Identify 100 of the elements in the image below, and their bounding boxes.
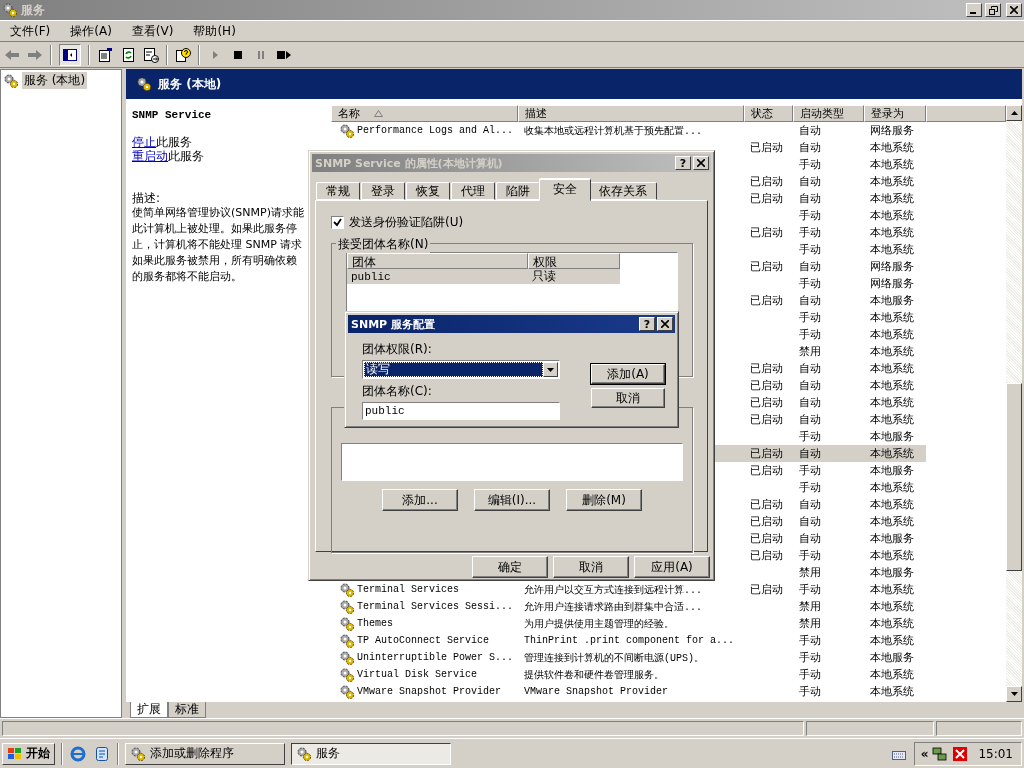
action-link[interactable]: 重启动: [132, 149, 168, 163]
shield-icon[interactable]: [952, 745, 969, 762]
column-header[interactable]: 描述: [518, 105, 744, 122]
view-tab[interactable]: 标准: [168, 702, 206, 718]
dialog-tab[interactable]: 依存关系: [589, 182, 657, 200]
column-header[interactable]: 启动类型: [793, 105, 864, 122]
dialog-button[interactable]: 应用(A): [634, 556, 710, 578]
table-cell-text: 提供软件卷和硬件卷管理服务。: [524, 668, 664, 682]
taskbar-button[interactable]: 服务: [291, 742, 451, 765]
table-cell: 本地系统: [870, 633, 914, 648]
dialog-button[interactable]: 确定: [472, 556, 548, 578]
table-cell: 已启动: [750, 225, 783, 240]
table-cell: 手动: [799, 242, 821, 257]
close-button[interactable]: [1006, 3, 1022, 17]
menu-item[interactable]: 文件(F): [0, 22, 61, 40]
table-cell: 已启动: [750, 140, 783, 155]
table-cell: 自动: [799, 140, 821, 155]
network-icon[interactable]: [932, 745, 949, 762]
help-button[interactable]: ?: [675, 156, 691, 170]
table-cell: 本地系统: [870, 140, 914, 155]
dialog-button[interactable]: 删除(M): [566, 489, 642, 511]
properties-icon[interactable]: [97, 46, 113, 63]
table-row[interactable]: TP AutoConnect Service ThinPrint .print component for a... 手动 本地系统: [331, 632, 926, 649]
column-header[interactable]: 状态: [744, 105, 793, 122]
table-cell: 自动: [799, 395, 821, 410]
menu-item[interactable]: 操作(A): [60, 22, 122, 40]
table-cell: 已启动: [750, 514, 783, 529]
table-cell: 禁用: [799, 344, 821, 359]
rights-dropdown[interactable]: 读写: [362, 360, 560, 379]
table-cell: 已启动: [750, 497, 783, 512]
table-cell: 本地系统: [870, 446, 914, 461]
export-list-icon[interactable]: [143, 46, 159, 63]
dialog-button[interactable]: 添加...: [382, 489, 458, 511]
restore-icon: [988, 5, 998, 15]
vertical-scrollbar[interactable]: [1006, 105, 1022, 702]
dialog-tab[interactable]: 常规: [316, 182, 360, 200]
table-cell-text: 允许用户连接请求路由到群集中合适...: [524, 600, 702, 614]
clock[interactable]: 15:01: [978, 746, 1013, 761]
close-button[interactable]: [657, 317, 673, 331]
minimize-button[interactable]: [966, 3, 982, 17]
column-header[interactable]: 名称: [331, 105, 518, 122]
tray-expand-button[interactable]: «: [920, 746, 929, 761]
description-text: 使简单网络管理协议(SNMP)请求能 此计算机上被处理。如果此服务停 止，计算机将不能处理 SNMP 请求 如果此服务被禁用，所有明确依赖 的服务都将不能启动。: [132, 205, 305, 285]
input-field[interactable]: public: [362, 402, 560, 420]
dialog-button[interactable]: 取消: [591, 388, 665, 408]
table-cell: 手动: [799, 225, 821, 240]
tree-item[interactable]: 服务 (本地): [22, 72, 88, 89]
taskbar-button[interactable]: 添加或删除程序: [125, 742, 285, 765]
checkbox-label[interactable]: 发送身份验证陷阱(U): [349, 214, 464, 231]
table-cell: 手动: [799, 684, 821, 699]
table-row[interactable]: Virtual Disk Service 提供软件卷和硬件卷管理服务。 手动 本地系统: [331, 666, 926, 683]
table-cell: 已启动: [750, 582, 783, 597]
table-cell: 本地系统: [870, 344, 914, 359]
table-cell: 自动: [799, 259, 821, 274]
close-button[interactable]: [693, 156, 709, 170]
table-cell: VMware Snapshot Provider: [524, 686, 669, 697]
table-row[interactable]: Terminal Services Sessi... 允许用户连接请求路由到群集中合适... 禁用 本地系统: [331, 598, 926, 615]
table-row[interactable]: Uninterruptible Power S... 管理连接到计算机的不间断电源(UPS)。 手动 本地服务: [331, 649, 926, 666]
menu-item[interactable]: 查看(V): [121, 22, 184, 40]
close-icon: [661, 320, 669, 328]
action-link[interactable]: 停止: [132, 135, 156, 149]
list-row[interactable]: public 只读: [347, 269, 620, 284]
table-row[interactable]: Terminal Services 允许用户以交互方式连接到远程计算... 已启动 手动 本地系统: [331, 581, 926, 598]
refresh-icon[interactable]: [120, 46, 136, 63]
table-cell: 手动: [799, 463, 821, 478]
table-cell: ThinPrint .print component for a...: [524, 635, 735, 646]
document-icon[interactable]: [93, 744, 111, 763]
table-cell: 本地服务: [870, 429, 914, 444]
table-cell: 已启动: [750, 548, 783, 563]
help-icon[interactable]: [175, 46, 191, 63]
dialog-button[interactable]: 取消: [553, 556, 629, 578]
action-line: 停止此服务: [132, 135, 193, 149]
table-row[interactable]: Performance Logs and Al... 收集本地或远程计算机基于预先配置... 自动 网络服务: [331, 122, 926, 139]
gears-icon: [339, 581, 355, 598]
menu-item[interactable]: 帮助(H): [183, 22, 246, 40]
table-cell: 已启动: [750, 412, 783, 427]
dialog-button[interactable]: 编辑(I)...: [474, 489, 550, 511]
list-box[interactable]: [341, 443, 683, 481]
table-row[interactable]: Themes 为用户提供使用主题管理的经验。 禁用 本地系统: [331, 615, 926, 632]
restore-button[interactable]: [985, 3, 1001, 17]
start-button[interactable]: 开始: [2, 742, 55, 765]
dialog-tab[interactable]: 登录: [361, 182, 405, 200]
table-cell: 自动: [799, 446, 821, 461]
browser-icon[interactable]: [69, 744, 87, 763]
dialog-tab[interactable]: 恢复: [406, 182, 450, 200]
column-header[interactable]: 团体: [347, 253, 528, 269]
table-cell: 本地系统: [870, 361, 914, 376]
table-cell: 自动: [799, 293, 821, 308]
console-tree-toggle[interactable]: [59, 43, 81, 66]
column-header[interactable]: 登录为: [864, 105, 926, 122]
column-header[interactable]: 权限: [528, 253, 620, 269]
table-cell: 手动: [799, 429, 821, 444]
dialog-button[interactable]: 添加(A): [591, 364, 665, 384]
table-row[interactable]: VMware Snapshot Provider VMware Snapshot Provider 手动 本地系统: [331, 683, 926, 700]
help-button[interactable]: ?: [639, 317, 655, 331]
dialog-tab[interactable]: 安全: [539, 178, 591, 201]
table-cell: 本地服务: [870, 293, 914, 308]
view-tab[interactable]: 扩展: [130, 702, 168, 718]
dialog-tab[interactable]: 代理: [451, 182, 495, 200]
checkbox[interactable]: [331, 216, 344, 229]
